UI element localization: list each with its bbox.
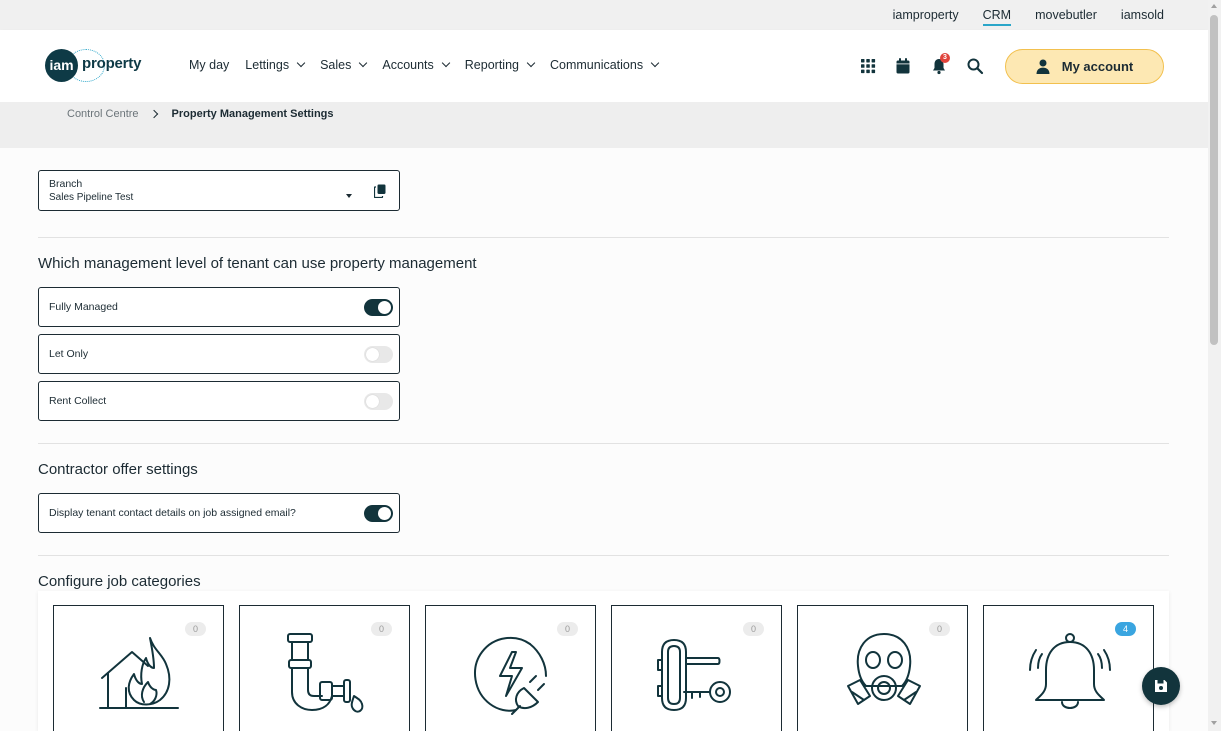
save-floppy-icon xyxy=(1155,680,1167,692)
nav-accounts[interactable]: Accounts xyxy=(382,58,451,72)
apps-grid-icon[interactable] xyxy=(859,57,877,75)
fully-managed-toggle[interactable] xyxy=(364,299,393,316)
save-button[interactable] xyxy=(1142,667,1180,705)
copy-icon[interactable] xyxy=(374,184,386,198)
chevron-down-icon xyxy=(441,58,451,68)
job-category-card[interactable]: 0 xyxy=(611,605,782,731)
scrollbar-thumb[interactable] xyxy=(1210,15,1218,345)
top-link-iamproperty[interactable]: iamproperty xyxy=(893,8,959,26)
top-link-movebutler[interactable]: movebutler xyxy=(1035,8,1097,26)
job-categories-panel: 0 0 0 0 0 4 xyxy=(38,591,1169,731)
option-rent-collect: Rent Collect xyxy=(38,381,400,421)
breadcrumb-current: Property Management Settings xyxy=(171,108,334,120)
nav-sales[interactable]: Sales xyxy=(320,58,368,72)
search-icon[interactable] xyxy=(966,57,984,75)
my-account-button[interactable]: My account xyxy=(1005,49,1164,84)
toggle-knob xyxy=(378,507,391,520)
category-count: 0 xyxy=(557,622,578,636)
chevron-down-icon xyxy=(650,58,660,68)
logo-mark: iam xyxy=(45,49,78,82)
job-category-card[interactable]: 0 xyxy=(53,605,224,731)
nav-label: Lettings xyxy=(245,58,290,72)
management-section-title: Which management level of tenant can use… xyxy=(38,255,477,272)
logo-word: property xyxy=(82,55,142,72)
nav-my-day[interactable]: My day xyxy=(189,58,229,72)
breadcrumb-control-centre[interactable]: Control Centre xyxy=(67,108,139,120)
calendar-icon[interactable] xyxy=(894,57,912,75)
toggle-knob xyxy=(366,348,379,361)
alarm-bell-icon xyxy=(1029,633,1111,709)
nav-lettings[interactable]: Lettings xyxy=(245,58,306,72)
chevron-right-icon xyxy=(149,109,158,119)
top-link-crm[interactable]: CRM xyxy=(982,8,1012,26)
option-display-tenant-contact: Display tenant contact details on job as… xyxy=(38,493,400,533)
scroll-down-arrow[interactable] xyxy=(1211,721,1217,725)
nav-label: Communications xyxy=(549,58,644,72)
toggle-knob xyxy=(378,301,391,314)
let-only-toggle[interactable] xyxy=(364,346,393,363)
breadcrumb-bar: Control Centre Property Management Setti… xyxy=(0,102,1208,148)
iamproperty-logo[interactable]: iam property xyxy=(45,49,141,83)
category-count: 0 xyxy=(371,622,392,636)
house-fire-icon xyxy=(99,637,179,709)
section-divider xyxy=(38,237,1169,238)
nav-reporting[interactable]: Reporting xyxy=(464,58,536,72)
nav-label: Sales xyxy=(320,58,352,72)
notification-badge: 3 xyxy=(940,53,950,63)
main-header: iam property My day Lettings Sales Accou… xyxy=(0,30,1208,102)
product-switcher: iamproperty CRM movebutler iamsold xyxy=(893,8,1164,26)
nav-label: My day xyxy=(189,58,230,72)
chevron-down-icon xyxy=(296,58,306,68)
rent-collect-toggle[interactable] xyxy=(364,393,393,410)
nav-label: Reporting xyxy=(464,58,519,72)
option-let-only: Let Only xyxy=(38,334,400,374)
electrical-plug-icon xyxy=(474,636,547,715)
job-category-card[interactable]: 0 xyxy=(797,605,968,731)
option-label: Rent Collect xyxy=(49,395,107,407)
chevron-down-icon xyxy=(359,58,368,68)
user-icon xyxy=(1036,59,1050,74)
plumbing-pipe-icon xyxy=(287,633,364,713)
branch-select[interactable]: Branch Sales Pipeline Test xyxy=(38,170,400,211)
section-divider xyxy=(38,443,1169,444)
nav-label: Accounts xyxy=(382,58,434,72)
caret-down-icon xyxy=(346,194,352,198)
category-count: 0 xyxy=(185,622,206,636)
option-label: Display tenant contact details on job as… xyxy=(49,507,296,519)
my-account-label: My account xyxy=(1061,59,1134,74)
option-label: Fully Managed xyxy=(49,301,118,313)
notifications-button[interactable]: 3 xyxy=(930,53,950,75)
nav-communications[interactable]: Communications xyxy=(549,58,660,72)
display-tenant-contact-toggle[interactable] xyxy=(364,505,393,522)
main-nav: My day Lettings Sales Accounts Reporting… xyxy=(189,58,674,72)
category-count: 4 xyxy=(1115,622,1136,636)
section-divider xyxy=(38,555,1169,556)
gas-mask-icon xyxy=(847,633,921,705)
contractor-section-title: Contractor offer settings xyxy=(38,461,198,478)
job-categories-title: Configure job categories xyxy=(38,573,201,590)
branch-value: Sales Pipeline Test xyxy=(49,192,134,203)
job-category-card[interactable]: 0 xyxy=(425,605,596,731)
scroll-up-arrow[interactable] xyxy=(1211,4,1217,8)
toggle-knob xyxy=(366,395,379,408)
job-category-card[interactable]: 4 xyxy=(983,605,1154,731)
branch-label: Branch xyxy=(49,178,83,190)
option-fully-managed: Fully Managed xyxy=(38,287,400,327)
breadcrumb: Control Centre Property Management Setti… xyxy=(67,108,334,120)
job-category-card[interactable]: 0 xyxy=(239,605,410,731)
door-lock-key-icon xyxy=(657,639,731,711)
top-link-iamsold[interactable]: iamsold xyxy=(1121,8,1164,26)
chevron-down-icon xyxy=(526,58,536,68)
top-utility-bar: iamproperty CRM movebutler iamsold xyxy=(0,0,1208,30)
category-count: 0 xyxy=(929,622,950,636)
option-label: Let Only xyxy=(49,348,89,360)
category-count: 0 xyxy=(743,622,764,636)
